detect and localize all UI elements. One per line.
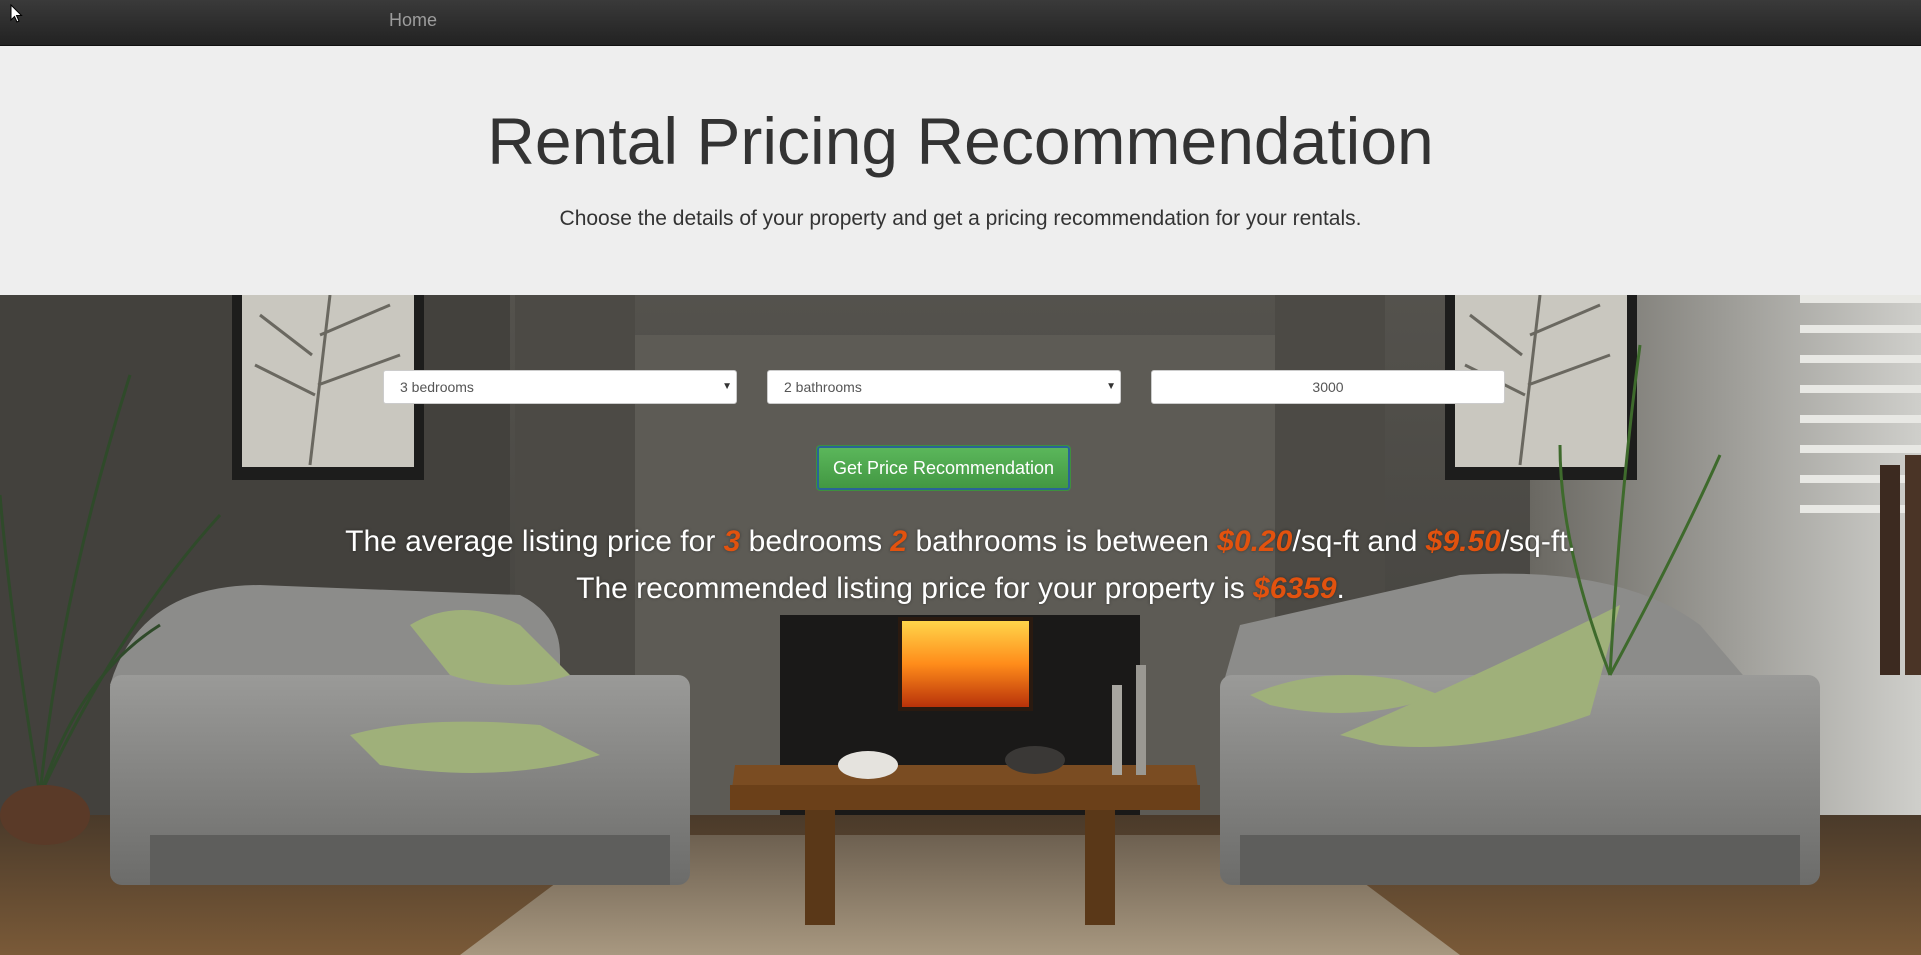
result-text: bathrooms is between [907,525,1218,558]
square-feet-input[interactable] [1151,370,1505,404]
result-text: /sq-ft and [1292,525,1426,558]
page-subtitle: Choose the details of your property and … [559,207,1362,230]
result-bathrooms-value: 2 [890,525,908,558]
result-text: /sq-ft. [1500,525,1576,558]
result-text: The recommended listing price for your p… [576,572,1254,605]
result-recommended-price: $6359 [1253,572,1337,605]
mouse-cursor-icon [10,4,23,23]
chevron-down-icon: ▼ [722,381,732,392]
result-low-price: $0.20 [1217,525,1293,558]
result-text: The average listing price for [345,525,724,558]
nav-home-link[interactable]: Home [389,0,437,46]
page-title: Rental Pricing Recommendation [487,104,1434,178]
top-navbar: Home [0,0,1921,46]
result-bedrooms-value: 3 [723,525,741,558]
bathrooms-select[interactable]: 2 bathrooms ▼ [767,370,1121,404]
bedrooms-select-value: 3 bedrooms [400,379,474,395]
average-price-result: The average listing price for 3 bedrooms… [0,525,1921,559]
chevron-down-icon: ▼ [1106,381,1116,392]
result-text: . [1336,572,1345,605]
recommended-price-result: The recommended listing price for your p… [0,572,1921,606]
result-text: bedrooms [740,525,891,558]
result-high-price: $9.50 [1425,525,1501,558]
bathrooms-select-value: 2 bathrooms [784,379,862,395]
get-price-recommendation-button[interactable]: Get Price Recommendation [816,445,1071,491]
header-jumbotron: Rental Pricing Recommendation Choose the… [0,46,1921,295]
bedrooms-select[interactable]: 3 bedrooms ▼ [383,370,737,404]
